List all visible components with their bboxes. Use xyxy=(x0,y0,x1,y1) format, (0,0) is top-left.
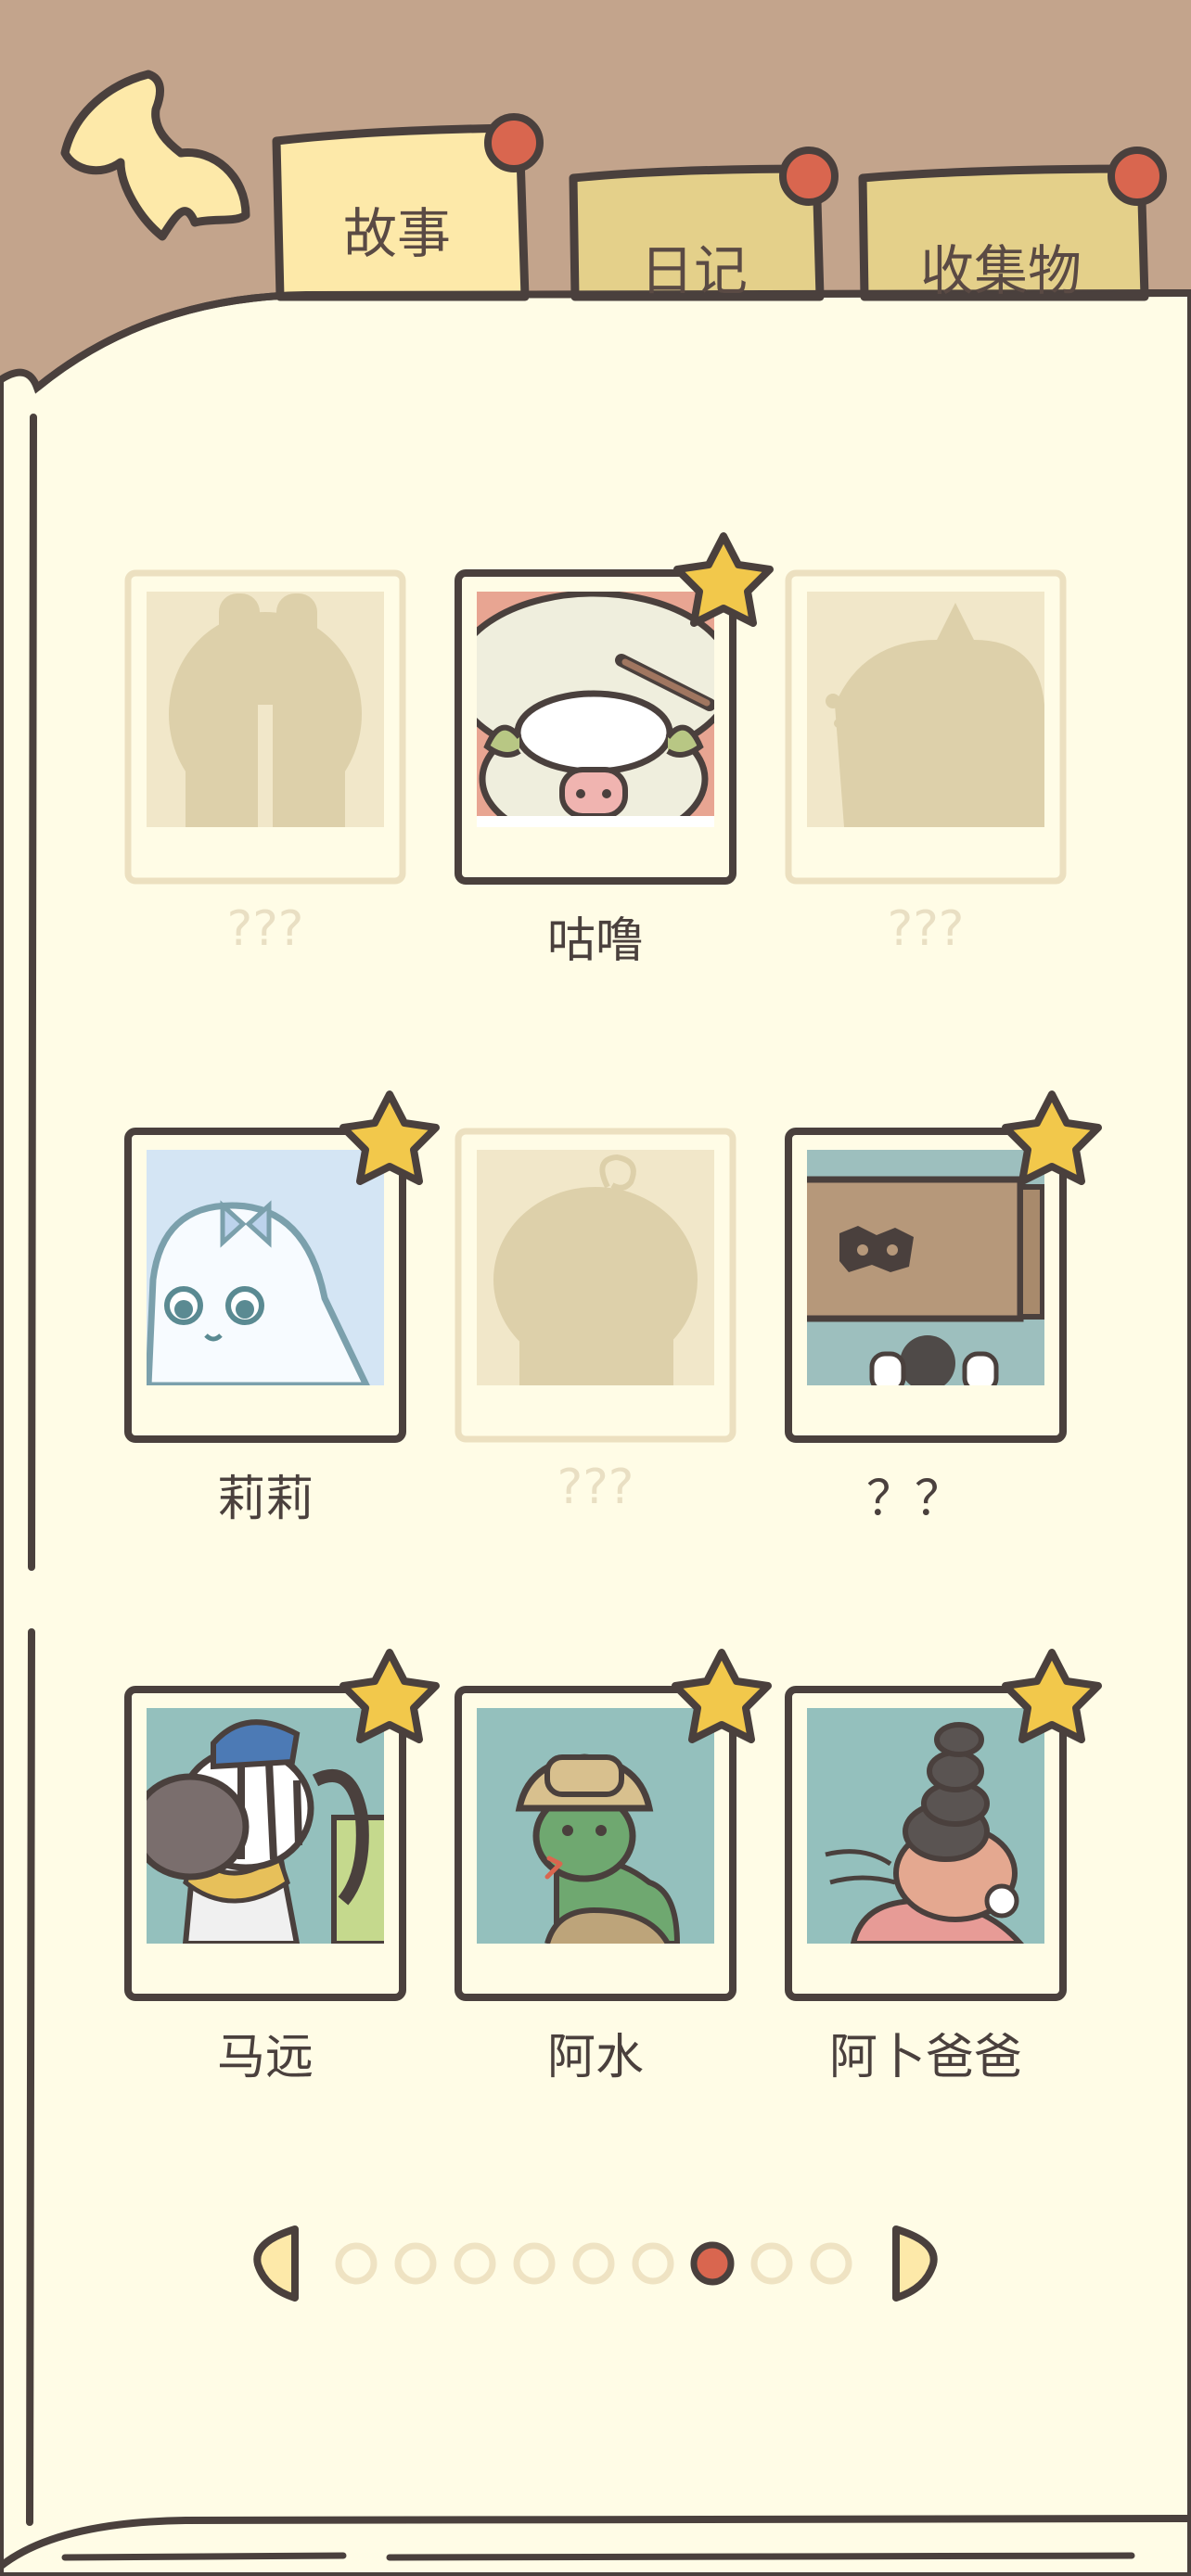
card-name-2: 咕噜 xyxy=(546,913,644,969)
locked-silhouette xyxy=(493,1187,698,1385)
card-name-7: 马远 xyxy=(216,2030,314,2085)
zebra-portrait xyxy=(147,1708,384,1944)
page-margin-line xyxy=(26,1628,35,2526)
card-name-6: ？？ xyxy=(865,1472,963,1527)
page-bottom-line xyxy=(386,2552,1135,2561)
character-card-5[interactable] xyxy=(455,1128,736,1443)
character-card-9[interactable] xyxy=(785,1649,1102,2001)
character-card-7[interactable] xyxy=(124,1649,440,2001)
card-name-8: 阿水 xyxy=(546,2030,644,2085)
character-card-1[interactable] xyxy=(124,569,406,885)
page-dot-active[interactable] xyxy=(690,2241,735,2286)
character-card-3[interactable] xyxy=(785,569,1067,885)
character-card-6[interactable] xyxy=(785,1090,1102,1443)
card-name-4: 莉莉 xyxy=(216,1472,314,1527)
ghost-portrait xyxy=(147,1150,384,1385)
pin-icon xyxy=(484,113,544,172)
sheep-portrait xyxy=(477,592,714,827)
pin-icon xyxy=(1108,147,1167,206)
pin-icon xyxy=(779,147,839,206)
tab-diary-label: 日记 xyxy=(640,239,749,302)
character-card-8[interactable] xyxy=(455,1649,772,2001)
rat-family-portrait xyxy=(807,1708,1044,1944)
card-name-9: 阿卜爸爸 xyxy=(828,2030,1022,2085)
character-card-2[interactable] xyxy=(455,532,774,885)
box-creature-portrait xyxy=(807,1150,1044,1385)
character-card-4[interactable] xyxy=(124,1090,440,1443)
card-name-1: ??? xyxy=(226,901,304,957)
card-name-5: ??? xyxy=(557,1460,634,1515)
page-bottom-line xyxy=(61,2552,347,2561)
back-arrow-icon xyxy=(60,70,250,241)
page-margin-line xyxy=(28,414,37,1571)
card-name-3: ??? xyxy=(887,901,965,957)
tab-story-label: 故事 xyxy=(343,202,452,265)
back-button[interactable] xyxy=(60,70,250,241)
snake-portrait xyxy=(477,1708,714,1944)
tab-collection-label: 收集物 xyxy=(920,239,1082,302)
